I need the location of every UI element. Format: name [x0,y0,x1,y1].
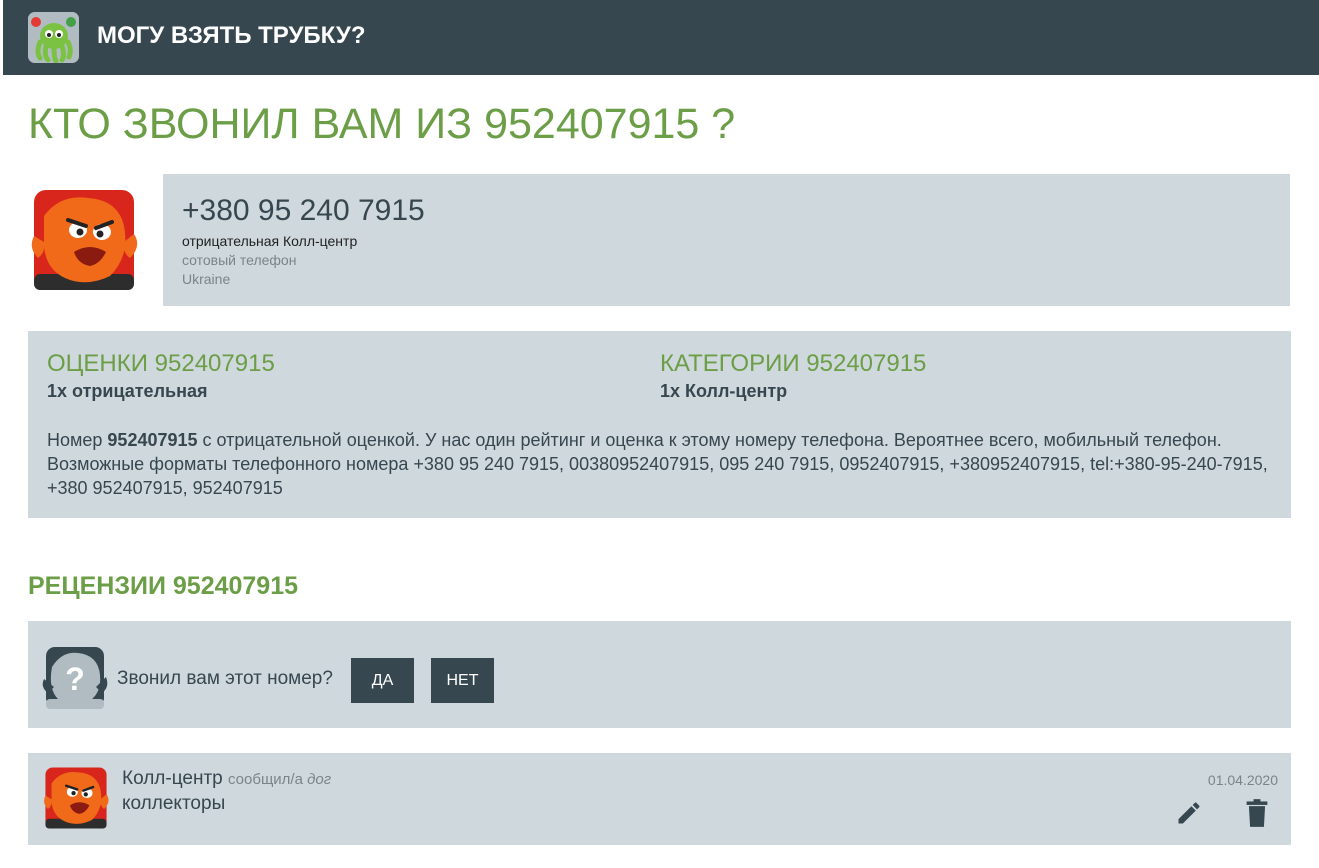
call-question-panel: ? Звонил вам этот номер? ДА НЕТ [28,621,1291,728]
categories-value: 1x Колл-центр [660,381,788,401]
review-item: Колл-центр сообщил/а дог коллекторы 01.0… [28,753,1291,845]
octopus-phone-logo-icon[interactable] [28,12,79,63]
review-author: дог [307,771,332,788]
review-date: 01.04.2020 [1207,772,1278,788]
svg-text:?: ? [65,661,85,697]
phone-info-card: +380 95 240 7915 отрицательная Колл-цент… [163,174,1290,306]
review-header: Колл-центр сообщил/а дог [122,768,331,790]
review-category: Колл-центр [122,768,223,789]
ratings-heading: ОЦЕНКИ 952407915 [47,350,275,377]
no-button[interactable]: НЕТ [431,658,494,703]
phone-country: Ukraine [182,271,231,287]
phone-rating-category: отрицательная Колл-центр [182,233,358,249]
summary-panel: ОЦЕНКИ 952407915 1x отрицательная КАТЕГО… [28,331,1291,518]
pencil-icon[interactable] [1175,799,1203,827]
yes-button[interactable]: ДА [351,658,414,703]
phone-line-type: сотовый телефон [182,252,297,268]
phone-number: +380 95 240 7915 [182,194,425,227]
top-bar: МОГУ ВЗЯТЬ ТРУБКУ? [3,0,1319,75]
call-question-label: Звонил вам этот номер? [117,668,333,689]
trash-icon[interactable] [1243,798,1271,828]
review-text: коллекторы [122,793,226,814]
angry-face-avatar-icon [30,186,138,294]
categories-heading: КАТЕГОРИИ 952407915 [660,350,927,377]
reviews-heading: РЕЦЕНЗИИ 952407915 [28,572,299,600]
ratings-value: 1x отрицательная [47,381,208,401]
number-description: Номер 952407915 с отрицательной оценкой.… [47,430,1268,498]
question-mark-avatar-icon: ? [42,645,108,711]
angry-face-avatar-icon [43,765,109,831]
site-title[interactable]: МОГУ ВЗЯТЬ ТРУБКУ? [97,22,366,50]
page-title: КТО ЗВОНИЛ ВАМ ИЗ 952407915 ? [28,100,736,148]
review-author-meta: сообщил/а дог [228,771,332,788]
description-number: 952407915 [107,430,198,450]
